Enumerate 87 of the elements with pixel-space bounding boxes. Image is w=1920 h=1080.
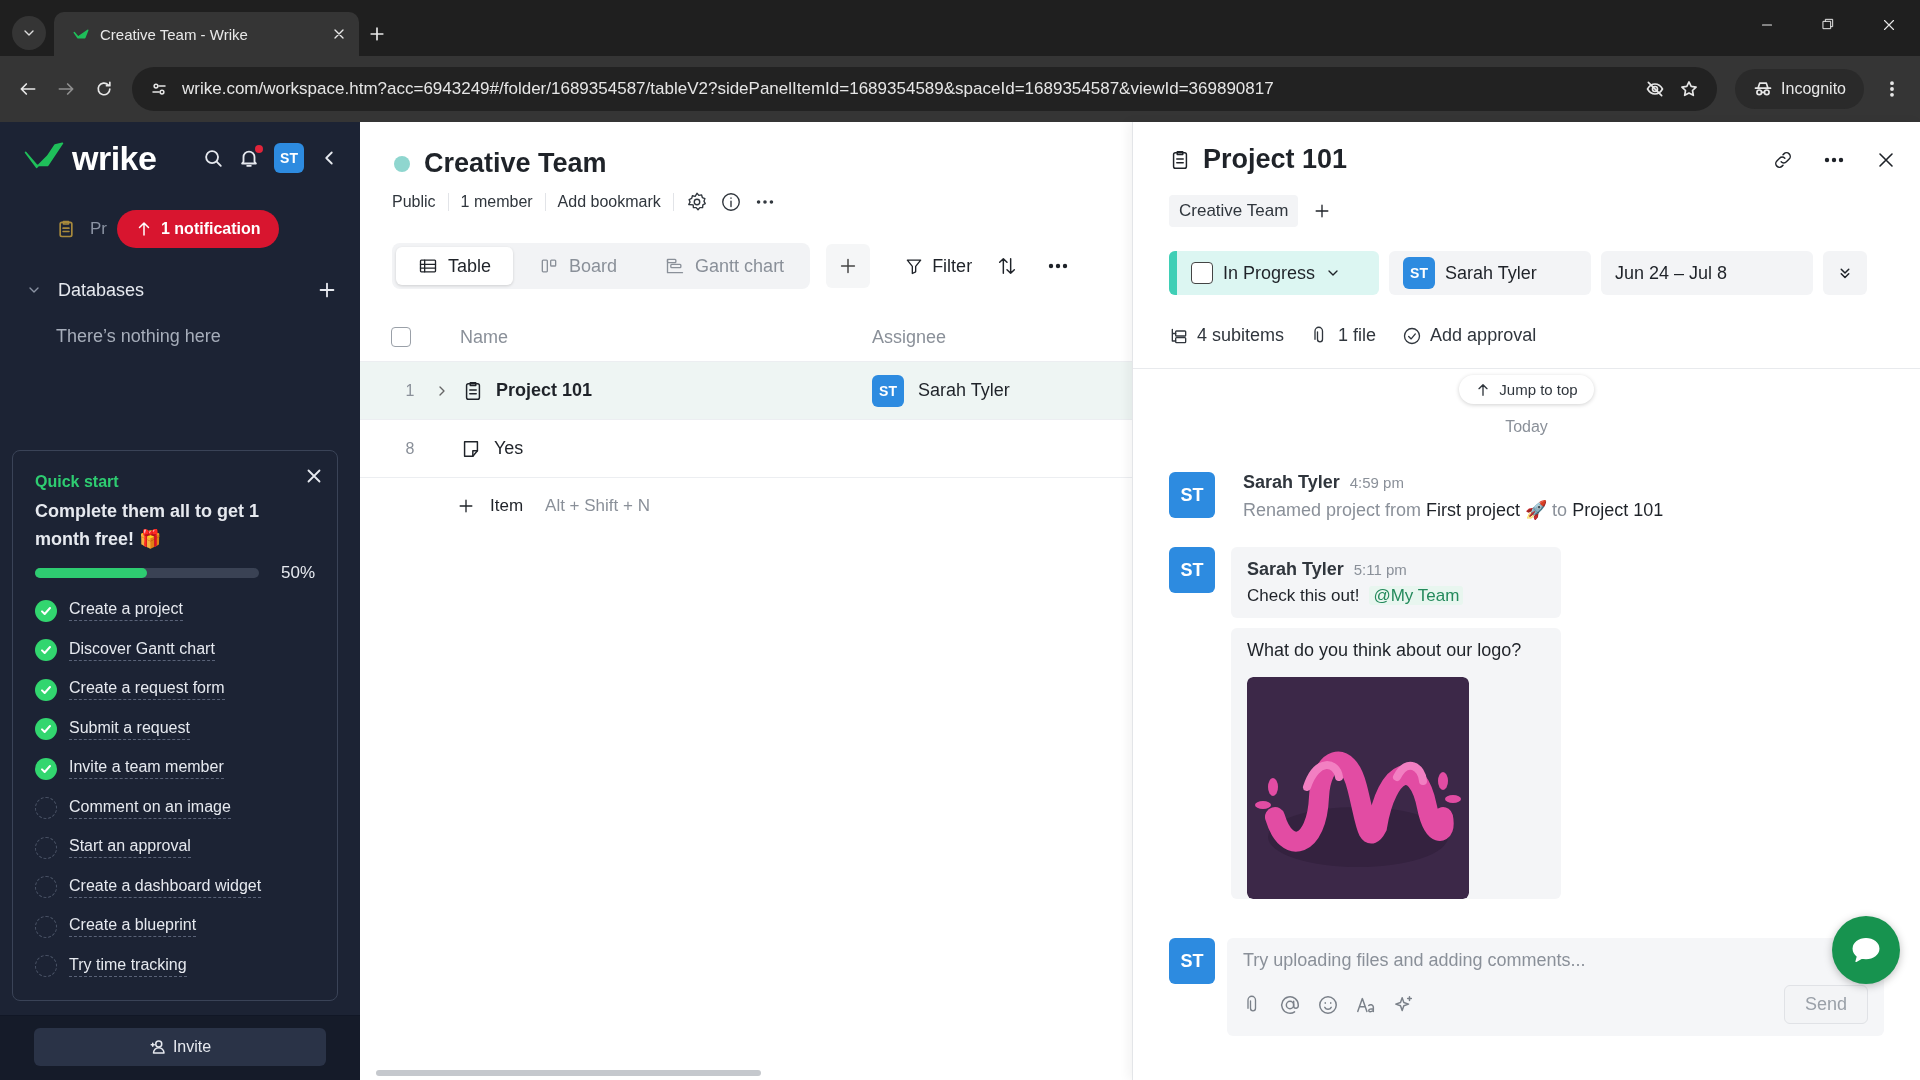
add-user-icon [148, 1038, 167, 1056]
mention-link[interactable]: @My Team [1369, 586, 1464, 605]
bookmark-link[interactable]: Add bookmark [545, 193, 674, 211]
card-label: Quick start [35, 473, 120, 491]
assignee-field[interactable]: ST Sarah Tyler [1389, 251, 1591, 295]
date-field[interactable]: Jun 24 – Jul 8 [1601, 251, 1813, 295]
panel-title: Project 101 [1203, 144, 1349, 175]
message-time: 5:11 pm [1353, 561, 1407, 578]
site-settings-icon [150, 80, 168, 98]
space-icon [394, 155, 410, 172]
user-avatar[interactable]: ST [274, 143, 304, 173]
star-icon[interactable] [1679, 79, 1700, 99]
search-icon[interactable] [202, 147, 224, 169]
task-link[interactable]: Discover Gantt chart [69, 639, 215, 661]
folder-tag[interactable]: Creative Team [1169, 195, 1299, 227]
tab-list-button[interactable] [12, 16, 46, 50]
section-header[interactable]: Databases [58, 279, 300, 301]
progress-percent: 50% [280, 563, 315, 583]
task-link[interactable]: Invite a team member [69, 758, 224, 780]
task-link[interactable]: Try time tracking [69, 955, 187, 977]
complete-checkbox[interactable] [1191, 262, 1213, 284]
avatar: ST [1169, 547, 1215, 593]
scrollbar[interactable] [376, 1070, 761, 1076]
logo-text: wrike [72, 138, 157, 178]
check-circle-icon [1402, 325, 1423, 346]
task-link[interactable]: Create a project [69, 600, 183, 622]
task-checkbox[interactable] [35, 678, 57, 701]
add-view-button[interactable] [826, 244, 871, 288]
day-divider: Today [1505, 418, 1548, 436]
author-name: Sarah Tyler [1247, 559, 1344, 580]
mention-icon[interactable] [1279, 993, 1301, 1016]
task-checkbox[interactable] [35, 718, 57, 741]
task-checkbox[interactable] [35, 599, 57, 622]
gantt-icon [665, 256, 686, 276]
task-link[interactable]: Start an approval [69, 837, 191, 859]
notification-dot [255, 145, 263, 153]
expand-fields-button[interactable] [1823, 251, 1867, 295]
settings-icon[interactable] [685, 191, 708, 213]
item-name[interactable]: Project 101 [496, 380, 593, 401]
assignee-name: Sarah Tyler [918, 380, 1010, 401]
activity-text: Renamed project from First project 🚀 to Project 101 [1243, 499, 1664, 521]
avatar: ST [1169, 938, 1215, 984]
status-dropdown[interactable]: In Progress [1169, 251, 1379, 295]
task-link[interactable]: Create a blueprint [69, 916, 197, 938]
tab-title: Creative Team - Wrike [100, 25, 249, 43]
stat-link[interactable]: 4 subitems [1169, 325, 1285, 346]
reload-icon[interactable] [94, 79, 114, 99]
invite-button[interactable]: Invite [34, 1028, 326, 1066]
eye-off-icon[interactable] [1645, 79, 1666, 99]
address-bar[interactable]: wrike.com/workspace.htm?acc=6943249#/folder/1689354587/tableV2?sidePanelItemId=1689354589&spaceId=1689354587&viewId=369890817 [132, 67, 1718, 111]
card-headline: Complete them all to get 1 month free! 🎁 [35, 500, 261, 551]
info-icon[interactable] [719, 191, 742, 213]
emoji-icon[interactable] [1317, 993, 1339, 1016]
jump-to-top-button[interactable]: Jump to top [1459, 375, 1594, 404]
filter-button[interactable]: Filter [904, 255, 973, 277]
task-link[interactable]: Comment on an image [69, 797, 231, 819]
add-item-button[interactable]: Item [490, 496, 524, 516]
restore-icon[interactable] [1820, 16, 1836, 32]
incognito-button[interactable]: Incognito [1735, 69, 1864, 109]
avatar: ST [872, 374, 904, 407]
view-tab[interactable]: Table [396, 247, 514, 285]
stat-link[interactable]: Add approval [1402, 325, 1537, 346]
meta-text: Public [392, 193, 449, 211]
task-checkbox[interactable] [35, 757, 57, 780]
stat-link[interactable]: 1 file [1310, 325, 1377, 346]
message-time: 4:59 pm [1349, 474, 1404, 491]
browser-tab[interactable]: Creative Team - Wrike [54, 12, 359, 56]
attachment-caption: What do you think about our logo? [1247, 640, 1523, 661]
sidebar-item[interactable]: Pr [90, 219, 107, 239]
avatar: ST [1169, 472, 1215, 518]
task-checkbox[interactable] [35, 639, 57, 662]
comment-text: Check this out! [1247, 586, 1360, 605]
chat-button[interactable] [1832, 916, 1900, 984]
page-title: Creative Team [424, 148, 607, 179]
checkbox[interactable] [391, 327, 411, 347]
avatar: ST [1403, 257, 1435, 289]
task-link[interactable]: Create a request form [69, 679, 225, 701]
item-name[interactable]: Yes [494, 438, 524, 459]
author-name: Sarah Tyler [1243, 472, 1340, 493]
empty-text: There’s nothing here [55, 325, 222, 347]
document-icon [56, 219, 76, 239]
notification-toast[interactable]: 1 notification [117, 210, 279, 248]
task-link[interactable]: Create a dashboard widget [69, 876, 262, 898]
meta-text: 1 member [448, 193, 546, 211]
shortcut-hint: Alt + Shift + N [545, 496, 650, 516]
row-number: 8 [360, 420, 460, 478]
task-link[interactable]: Submit a request [69, 718, 190, 740]
